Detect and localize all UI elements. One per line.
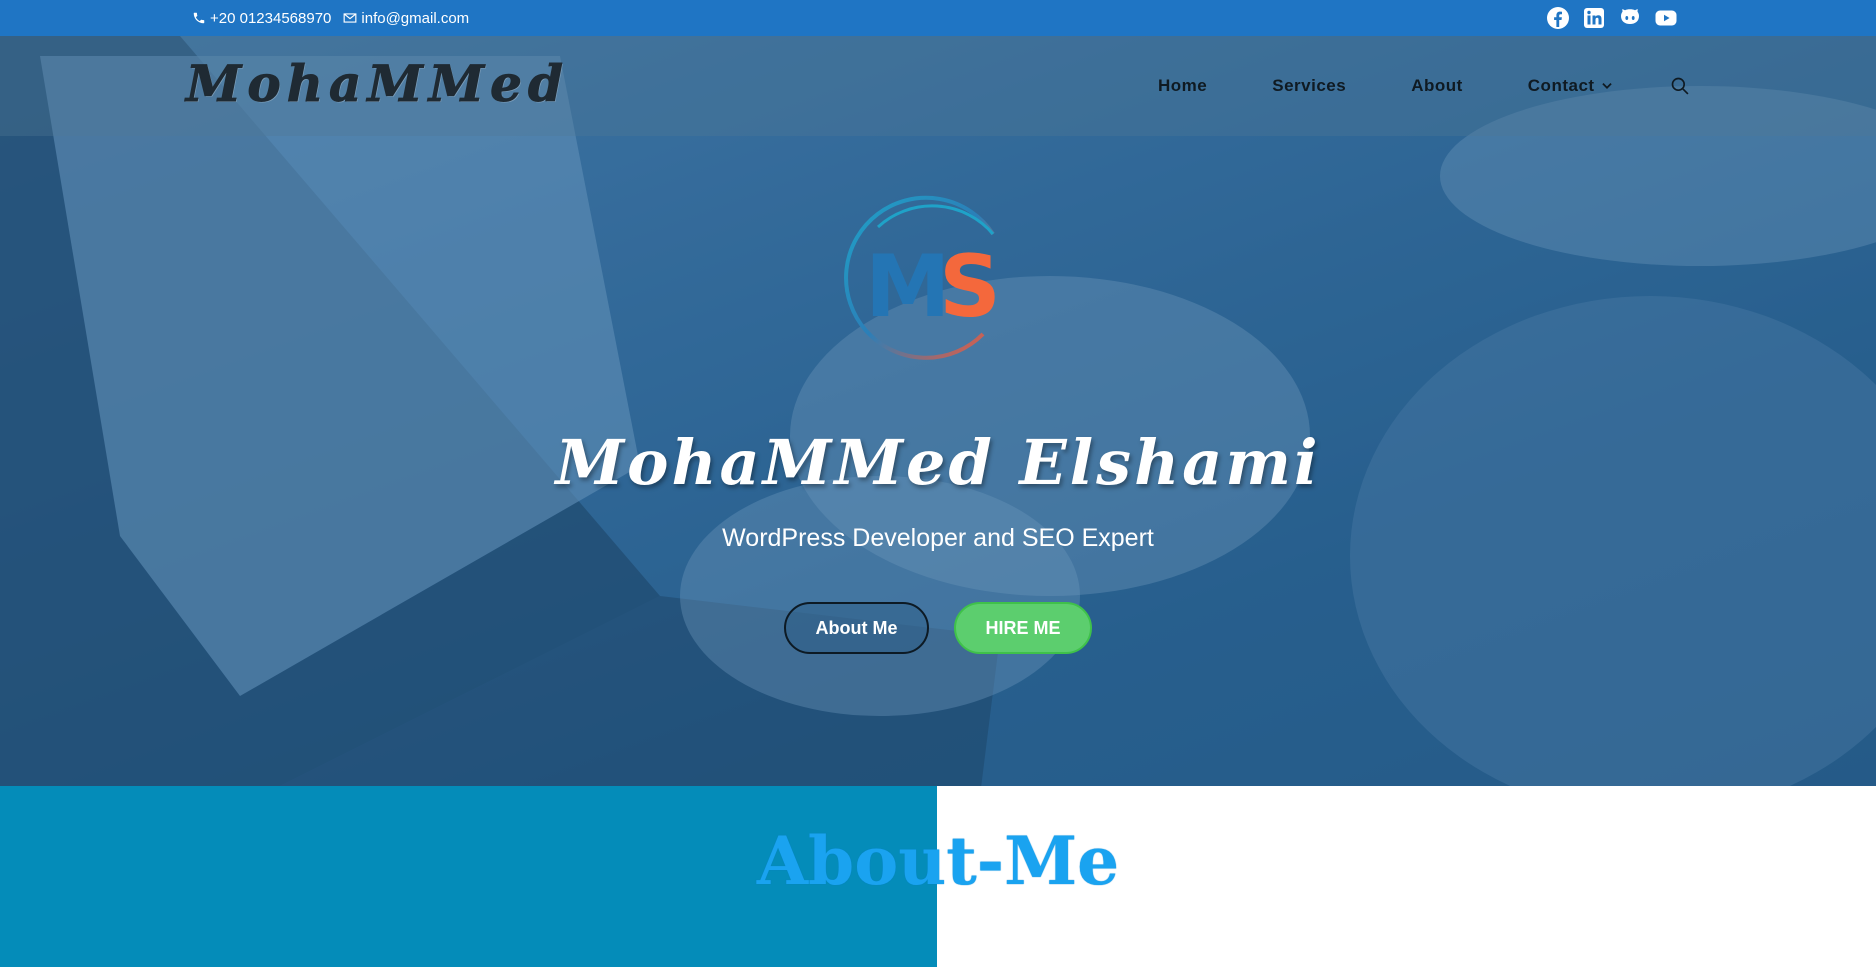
hero-overlay — [0, 36, 1876, 786]
youtube-link[interactable] — [1653, 5, 1679, 31]
nav-services-label: Services — [1272, 76, 1347, 95]
nav-services[interactable]: Services — [1272, 76, 1346, 96]
phone-icon — [193, 12, 205, 24]
linkedin-link[interactable] — [1581, 5, 1607, 31]
main-menu: Home Services About Contact — [1158, 36, 1614, 136]
about-me-button[interactable]: About Me — [784, 602, 929, 654]
search-icon[interactable] — [1670, 76, 1690, 96]
email-contact[interactable]: info@gmail.com — [343, 10, 469, 27]
youtube-icon — [1655, 10, 1677, 26]
nav-home-label: Home — [1158, 76, 1208, 95]
social-links — [1545, 0, 1689, 36]
hero-title: MohaMMed Elshami — [555, 426, 1321, 499]
top-bar: +20 01234568970 info@gmail.com — [0, 0, 1876, 36]
ms-logo: M S — [844, 195, 1001, 360]
ms-logo-m: M — [865, 237, 951, 337]
nav-about-label: About — [1411, 76, 1463, 95]
facebook-icon — [1547, 7, 1569, 29]
hire-me-button[interactable]: HIRE ME — [954, 602, 1092, 654]
ms-logo-s: S — [939, 237, 1001, 337]
about-heading: About-Me — [756, 822, 1120, 900]
nav-about[interactable]: About — [1411, 76, 1463, 96]
github-icon — [1621, 9, 1639, 24]
github-link[interactable] — [1617, 5, 1643, 31]
chevron-down-icon — [1601, 83, 1612, 89]
phone-contact[interactable]: +20 01234568970 — [192, 10, 331, 27]
hero-subtitle: WordPress Developer and SEO Expert — [722, 524, 1154, 552]
site-logo[interactable]: MohaMMed — [186, 54, 569, 114]
phone-number: +20 01234568970 — [210, 9, 332, 27]
facebook-link[interactable] — [1545, 5, 1571, 31]
nav-home[interactable]: Home — [1158, 76, 1207, 96]
nav-contact[interactable]: Contact — [1528, 76, 1614, 96]
nav-contact-label: Contact — [1527, 76, 1595, 95]
linkedin-icon — [1584, 8, 1604, 28]
main-navbar: MohaMMed Home Services About Contact — [0, 36, 1876, 136]
hero-section: MohaMMed Home Services About Contact M S… — [0, 36, 1876, 786]
envelope-icon — [343, 13, 357, 23]
email-address: info@gmail.com — [361, 9, 470, 27]
contact-info: +20 01234568970 info@gmail.com — [192, 0, 481, 36]
